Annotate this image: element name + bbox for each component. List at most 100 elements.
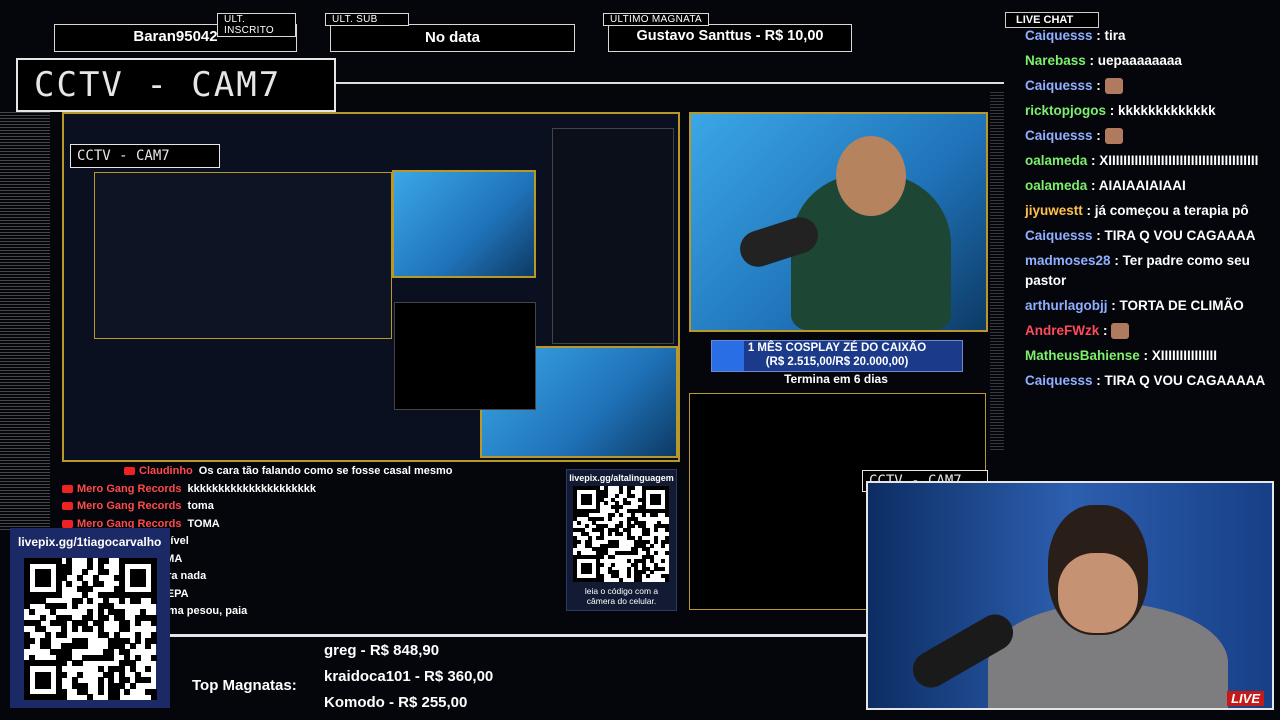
qr-module [129,643,136,650]
chat-username[interactable]: Caiquesss [1025,373,1093,388]
chat-username[interactable]: Caiquesss [1025,78,1093,93]
qr-module [653,539,658,544]
youtube-icon [62,502,73,511]
last-sub-value: No data [424,29,480,46]
overlay-chat-text: kkkkkkkkkkkkkkkkkkkkk [187,482,317,495]
qr-module [649,570,654,575]
overlay-chat-user: Mero Gang Records [77,500,182,512]
chat-message: Narebass : uepaaaaaaaa [1005,51,1267,71]
overlay-chat-line: Mero Gang Records toma [62,498,562,516]
qr-module [45,682,52,689]
chat-username[interactable]: oalameda [1025,153,1087,168]
qr-module [29,609,36,616]
livepix-center-url[interactable]: livepix.gg/altalinguagem [567,473,676,483]
chat-username[interactable]: MatheusBahiense [1025,348,1140,363]
inner-recursive-thumb [94,172,392,339]
qr-module [642,512,647,517]
qr-module [619,512,624,517]
last-follower-value: Baran95042 [133,28,218,45]
chat-username[interactable]: Caiquesss [1025,228,1093,243]
qr-module [134,597,141,604]
qr-module [611,562,616,567]
qr-module [657,501,662,506]
host-face [1058,553,1138,633]
chat-separator: : [1082,203,1095,218]
chat-username[interactable]: jiyuwestt [1025,203,1083,218]
qr-module [653,551,658,556]
qr-module [599,516,604,521]
qr-module [653,528,658,533]
qr-module [630,524,635,529]
qr-module [661,558,666,563]
qr-module [588,501,593,506]
chat-username[interactable]: oalameda [1025,178,1087,193]
cctv-title: CCTV - CAM7 [34,65,282,105]
chat-message: Caiquesss : tira [1005,26,1267,46]
qr-module [97,580,104,587]
qr-module [124,688,131,695]
cctv-banner-inner: CCTV - CAM7 [70,144,220,168]
qr-module [645,532,650,537]
chat-text: TORTA DE CLIMÃO [1119,298,1244,313]
chat-username[interactable]: AndreFWzk [1025,323,1099,338]
chat-username[interactable]: Narebass [1025,53,1086,68]
qr-module [55,592,62,599]
qr-module [60,671,67,678]
chat-username[interactable]: Caiquesss [1025,28,1093,43]
youtube-icon [124,467,135,476]
qr-module [599,535,604,540]
chat-separator: : [1092,78,1105,93]
qr-code-center[interactable] [573,486,670,583]
chat-text: XIIIIIIIIIIIIIIIIIIIIIIIIIIIIIIIIIIIIIII… [1099,153,1259,168]
chat-text: TIRA Q VOU CAGAAAA [1104,228,1256,243]
qr-module [66,569,73,576]
live-badge: LIVE [1227,691,1264,706]
qr-module [150,597,157,604]
qr-module [615,493,620,498]
chat-separator: : [1085,53,1098,68]
goal-amount: (R$ 2.515,00/R$ 20.000,00) [765,356,909,368]
qr-module [626,501,631,506]
qr-module [649,543,654,548]
qr-module [87,597,94,604]
qr-module [603,501,608,506]
top-magnata-entry: Komodo - R$ 255,00 [324,694,468,711]
chat-separator: : [1092,373,1105,388]
qr-module [60,631,67,638]
chat-separator: : [1092,28,1105,43]
qr-code-left[interactable] [24,558,157,701]
chat-message: MatheusBahiense : XIIIIIIIIIIIIIII [1005,346,1267,366]
qr-module [607,532,612,537]
chat-message: Caiquesss : [1005,76,1267,96]
top-magnata-entry: greg - R$ 848,90 [324,642,440,659]
qr-module [599,555,604,560]
qr-module [150,694,157,701]
qr-module [66,580,73,587]
qr-module [145,665,152,672]
chat-username[interactable]: arthurlagobjj [1025,298,1108,313]
livepix-left-card: livepix.gg/1tiagocarvalho [10,528,170,708]
qr-module [665,528,670,533]
qr-module [576,539,581,544]
qr-module [76,660,83,667]
qr-module [129,682,136,689]
chat-username[interactable]: Caiquesss [1025,128,1093,143]
qr-module [584,524,589,529]
qr-module [108,654,115,661]
chat-message: Caiquesss : TIRA Q VOU CAGAAAA [1005,226,1267,246]
chat-separator: : [1087,153,1100,168]
bottom-divider [140,634,868,637]
qr-module [588,570,593,575]
livepix-left-url[interactable]: livepix.gg/1tiagocarvalho [10,528,170,549]
chat-username[interactable]: madmoses28 [1025,253,1111,268]
chat-message: oalameda : AIAIAAIAIAAI [1005,176,1267,196]
qr-module [103,614,110,621]
qr-module [134,620,141,627]
last-follower-box: ULT. INSCRITO Baran95042 [54,13,297,52]
qr-module [661,543,666,548]
cctv-title-inner: CCTV - CAM7 [77,148,170,164]
chat-separator: : [1092,228,1105,243]
chat-text: tira [1104,28,1126,43]
chat-username[interactable]: ricktopjogos [1025,103,1106,118]
chat-separator: : [1106,103,1119,118]
